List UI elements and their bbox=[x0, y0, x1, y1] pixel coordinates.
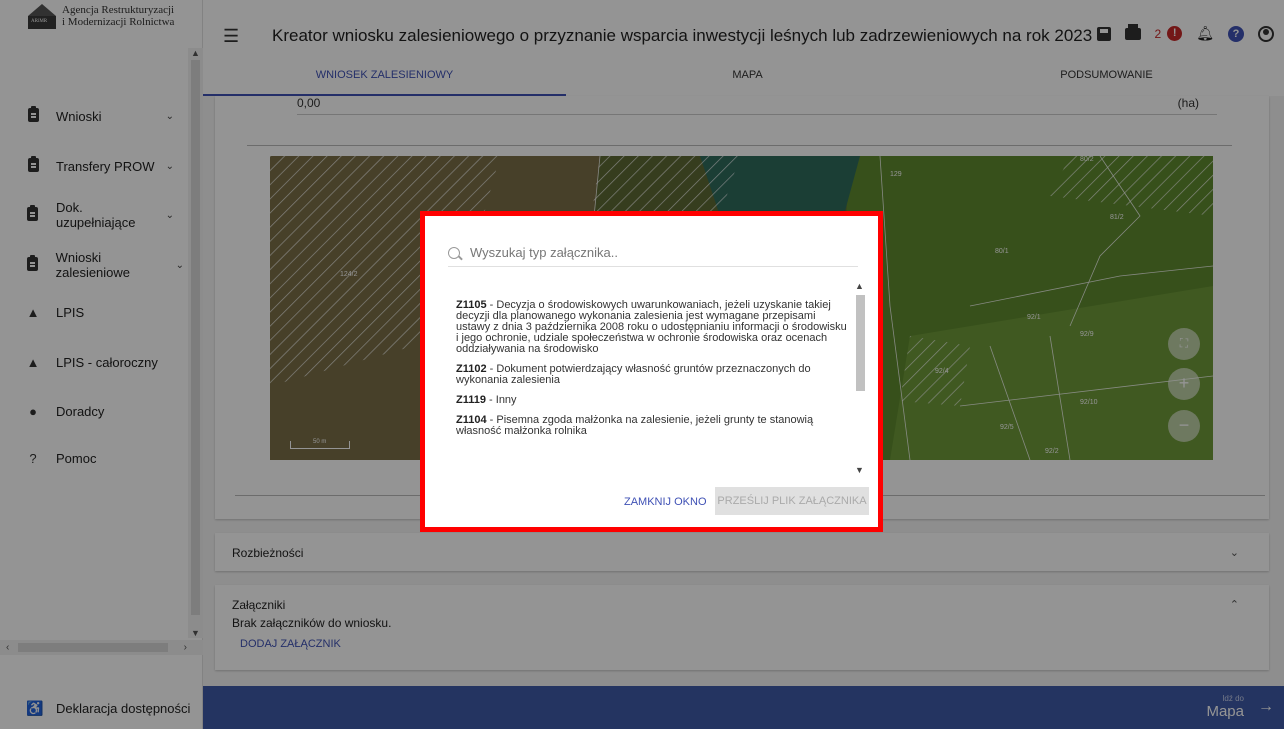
close-dialog-button[interactable]: ZAMKNIJ OKNO bbox=[624, 496, 707, 508]
attachment-type-list: Z1105 - Decyzja o środowiskowych uwarunk… bbox=[448, 279, 868, 473]
highlight-frame: Z1105 - Decyzja o środowiskowych uwarunk… bbox=[420, 211, 883, 532]
attachment-search-input[interactable] bbox=[470, 245, 850, 260]
list-scrollbar[interactable]: ▲ ▼ bbox=[854, 281, 866, 475]
chevron-down-icon[interactable]: ▼ bbox=[855, 465, 864, 475]
list-item[interactable]: Z1104 - Pisemna zgoda małżonka na zalesi… bbox=[456, 415, 848, 437]
option-code: Z1119 bbox=[456, 394, 486, 406]
chevron-up-icon[interactable]: ▲ bbox=[855, 281, 864, 291]
upload-attachment-button[interactable]: PRZEŚLIJ PLIK ZAŁĄCZNIKA bbox=[715, 487, 869, 515]
attachment-type-dialog: Z1105 - Decyzja o środowiskowych uwarunk… bbox=[430, 221, 873, 522]
list-item[interactable]: Z1102 - Dokument potwierdzający własność… bbox=[456, 364, 848, 386]
option-text: - Inny bbox=[485, 394, 517, 406]
option-text: - Dokument potwierdzający własność grunt… bbox=[456, 363, 811, 386]
option-text: - Decyzja o środowiskowych uwarunkowania… bbox=[456, 299, 847, 355]
list-item[interactable]: Z1119 - Inny bbox=[456, 395, 848, 406]
option-text: - Pisemna zgoda małżonka na zalesienie, … bbox=[456, 414, 814, 437]
attachment-search bbox=[448, 239, 858, 267]
search-icon bbox=[448, 246, 460, 259]
list-item[interactable]: Z1105 - Decyzja o środowiskowych uwarunk… bbox=[456, 300, 848, 355]
scrollbar-thumb[interactable] bbox=[856, 295, 865, 391]
